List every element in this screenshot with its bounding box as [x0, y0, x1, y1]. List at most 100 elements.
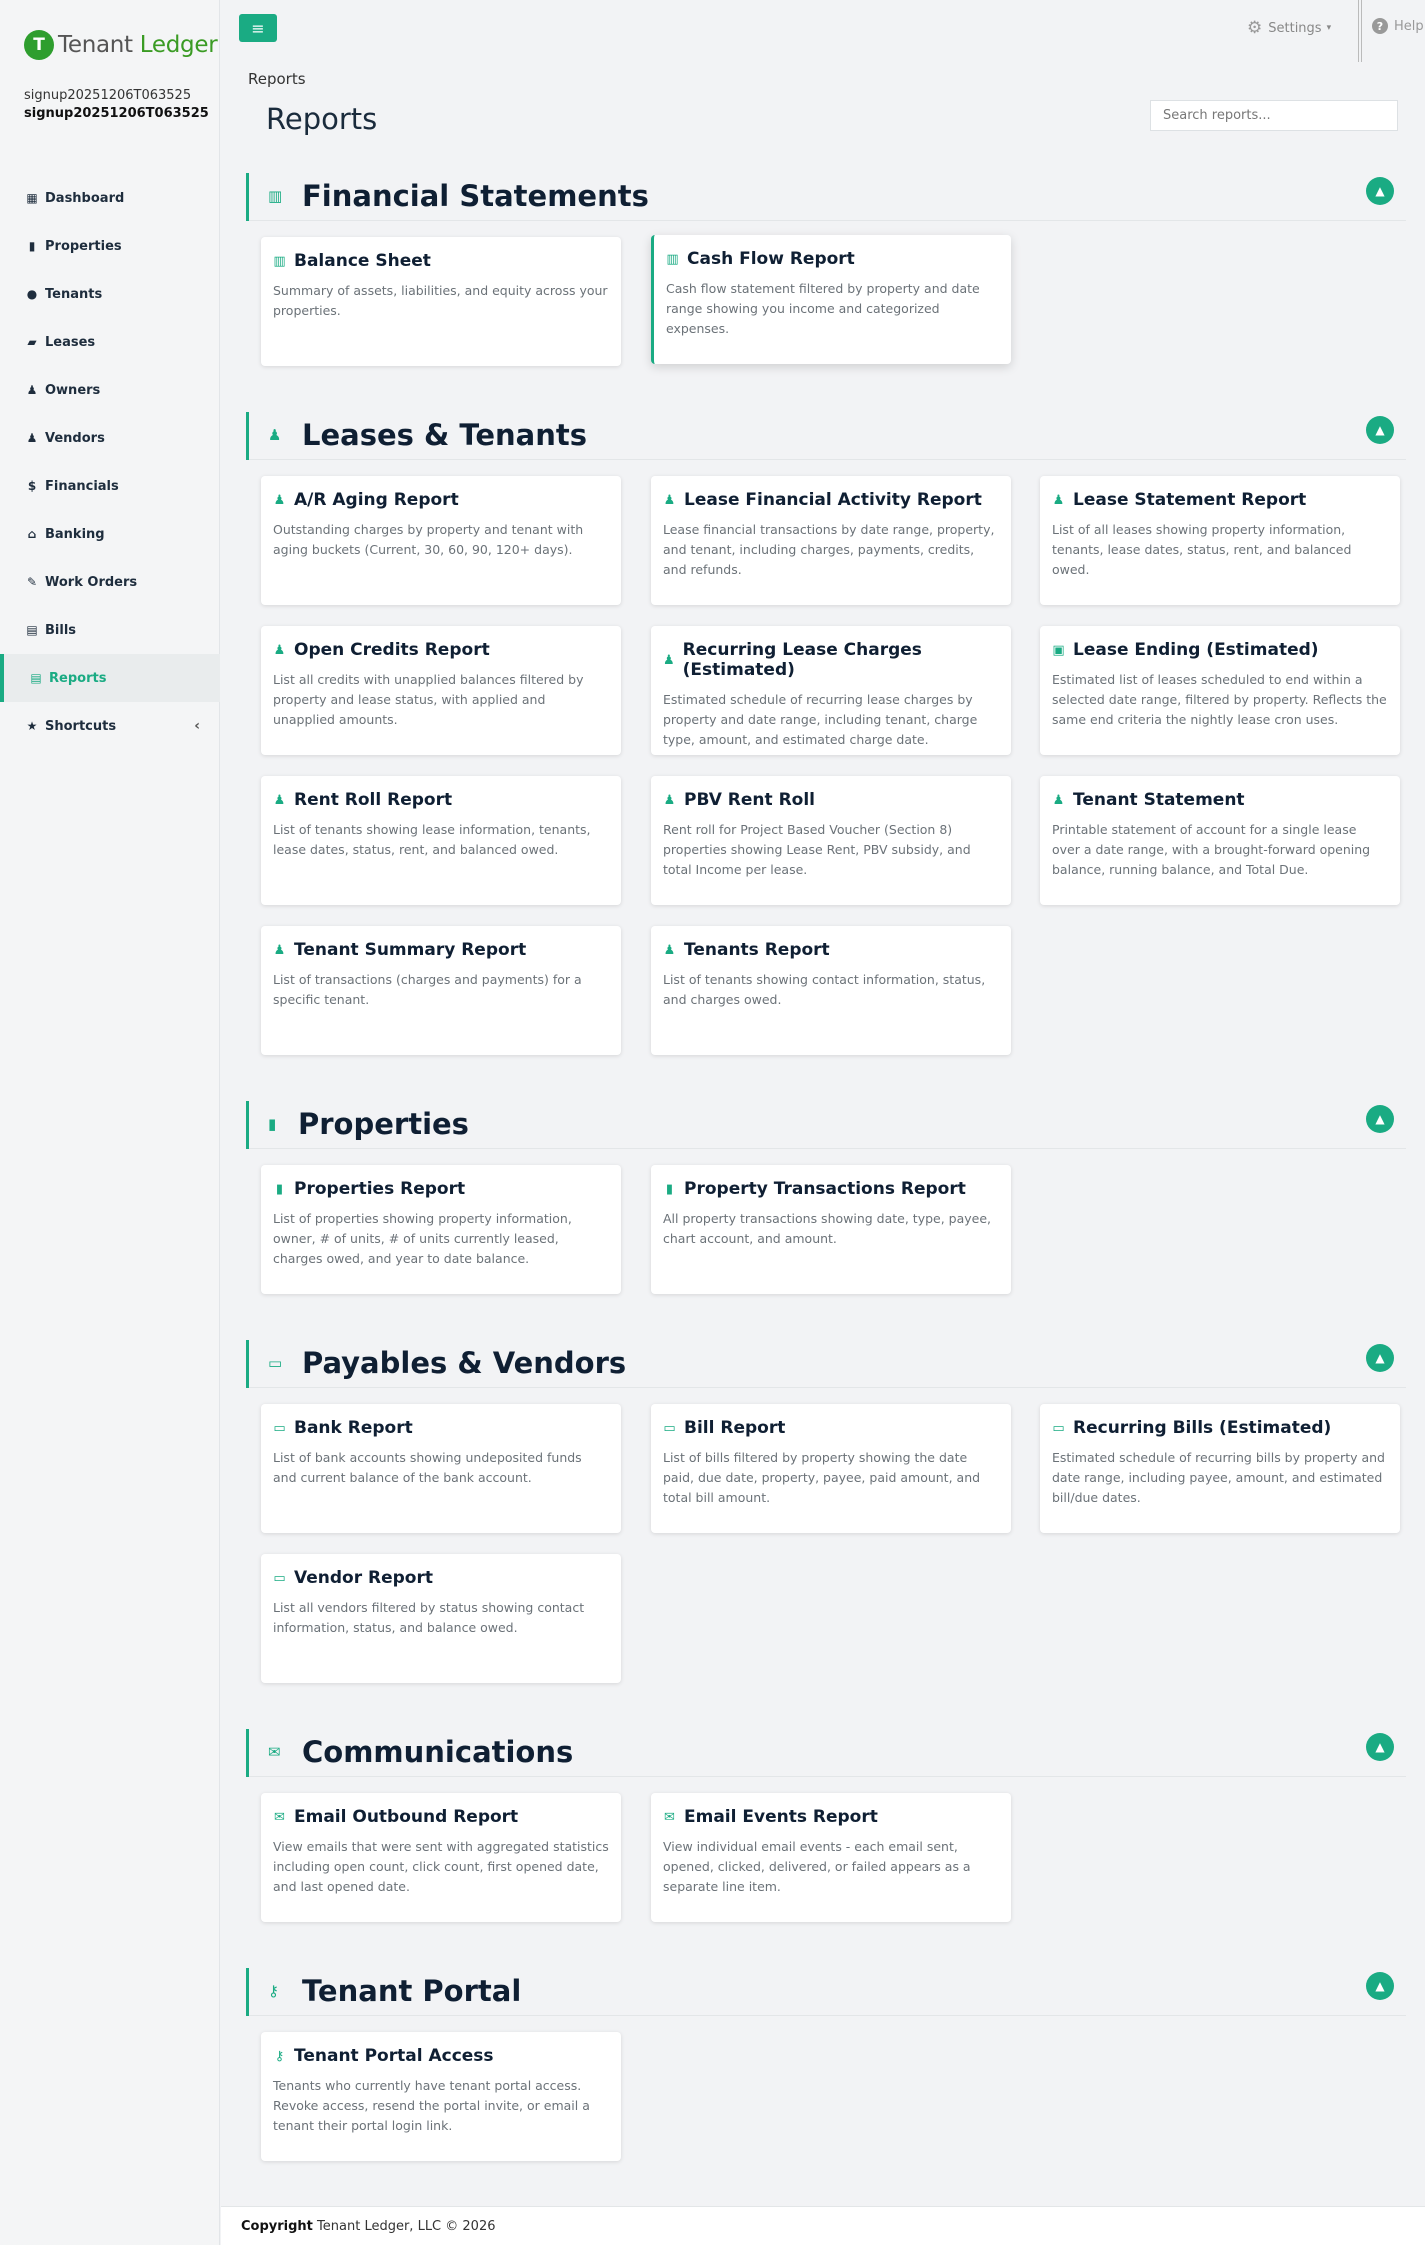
report-card-lease-statement[interactable]: ♟ Lease Statement Report List of all leas… — [1040, 476, 1400, 605]
calendar-icon: ▣ — [1052, 642, 1065, 658]
credit-card-icon: ▭ — [663, 1420, 676, 1436]
card-title: Bank Report — [294, 1418, 413, 1438]
collapse-section-button[interactable]: ▲ — [1366, 177, 1394, 205]
report-card-recurring-bills[interactable]: ▭ Recurring Bills (Estimated) Estimated s… — [1040, 1404, 1400, 1533]
sidebar-item-label: Dashboard — [45, 190, 125, 206]
report-card-email-events[interactable]: ✉ Email Events Report View individual ema… — [651, 1793, 1011, 1922]
chevron-up-icon: ▲ — [1375, 1112, 1385, 1126]
folder-icon: ▰ — [27, 335, 37, 349]
report-card-property-transactions[interactable]: ▮ Property Transactions Report All proper… — [651, 1165, 1011, 1294]
sidebar-item-shortcuts[interactable]: ★ Shortcuts ‹ — [0, 702, 220, 750]
collapse-section-button[interactable]: ▲ — [1366, 1344, 1394, 1372]
users-icon: ♟ — [273, 792, 286, 808]
building-icon: ▮ — [665, 1181, 674, 1197]
collapse-section-button[interactable]: ▲ — [1366, 1972, 1394, 2000]
logo-icon: T — [24, 30, 54, 60]
report-card-bill[interactable]: ▭ Bill Report List of bills filtered by p… — [651, 1404, 1011, 1533]
report-card-recurring-lease-charges[interactable]: ♟ Recurring Lease Charges (Estimated) Est… — [651, 626, 1011, 755]
report-card-vendor[interactable]: ▭ Vendor Report List all vendors filtered… — [261, 1554, 621, 1683]
sidebar-item-label: Tenants — [45, 286, 103, 302]
sidebar-item-leases[interactable]: ▰ Leases — [0, 318, 220, 366]
page-title: Reports — [266, 102, 378, 136]
card-description: List all vendors filtered by status show… — [273, 1600, 585, 1635]
report-card-ar-aging[interactable]: ♟ A/R Aging Report Outstanding charges by… — [261, 476, 621, 605]
card-description: List of transactions (charges and paymen… — [273, 972, 582, 1007]
sidebar-item-dashboard[interactable]: ▦ Dashboard — [0, 174, 220, 222]
logo-text-right: Ledger — [139, 32, 218, 58]
file-icon: ▤ — [26, 623, 38, 637]
sidebar-item-work-orders[interactable]: ✎ Work Orders — [0, 558, 220, 606]
chevron-up-icon: ▲ — [1375, 1351, 1385, 1365]
card-description: List of tenants showing lease informatio… — [273, 822, 591, 857]
card-title: Tenant Summary Report — [294, 940, 527, 960]
card-title: PBV Rent Roll — [684, 790, 815, 810]
section-header-financial-statements[interactable]: ▥ Financial Statements ▲ — [246, 173, 1406, 221]
report-card-pbv-rent-roll[interactable]: ♟ PBV Rent Roll Rent roll for Project Bas… — [651, 776, 1011, 905]
sidebar-item-vendors[interactable]: ♟ Vendors — [0, 414, 220, 462]
card-title: Recurring Lease Charges (Estimated) — [682, 640, 922, 680]
report-card-tenants[interactable]: ♟ Tenants Report List of tenants showing … — [651, 926, 1011, 1055]
sidebar-item-owners[interactable]: ♟ Owners — [0, 366, 220, 414]
caret-down-icon: ▾ — [1326, 23, 1332, 33]
sidebar-item-financials[interactable]: $ Financials — [0, 462, 220, 510]
bank-icon: ⌂ — [27, 527, 37, 541]
sidebar-item-label: Reports — [49, 670, 107, 686]
sidebar-item-bills[interactable]: ▤ Bills — [0, 606, 220, 654]
logo[interactable]: T Tenant Ledger — [24, 30, 218, 60]
sidebar-item-tenants[interactable]: ● Tenants — [0, 270, 220, 318]
menu-toggle-button[interactable]: ≡ — [239, 14, 277, 42]
report-card-balance-sheet[interactable]: ▥ Balance Sheet Summary of assets, liabil… — [261, 237, 621, 366]
report-card-tenant-statement[interactable]: ♟ Tenant Statement Printable statement of… — [1040, 776, 1400, 905]
footer: Copyright Tenant Ledger, LLC © 2026 — [221, 2206, 1425, 2245]
card-title: Properties Report — [294, 1179, 466, 1199]
card-description: Estimated list of leases scheduled to en… — [1052, 672, 1387, 727]
chevron-left-icon: ‹ — [194, 718, 200, 734]
card-description: All property transactions showing date, … — [663, 1211, 992, 1246]
report-card-tenant-portal-access[interactable]: ⚷ Tenant Portal Access Tenants who curren… — [261, 2032, 621, 2161]
sidebar-item-reports[interactable]: ▤ Reports — [0, 654, 220, 702]
card-title: Lease Statement Report — [1073, 490, 1307, 510]
report-card-lease-ending[interactable]: ▣ Lease Ending (Estimated) Estimated list… — [1040, 626, 1400, 755]
search-input[interactable] — [1150, 100, 1398, 131]
building-icon: ▮ — [268, 1115, 277, 1133]
card-description: Lease financial transactions by date ran… — [663, 522, 995, 577]
card-title: Recurring Bills (Estimated) — [1073, 1418, 1332, 1438]
sidebar-nav: ▦ Dashboard ▮ Properties ● Tenants ▰ Leases … — [0, 174, 220, 750]
breadcrumb: Reports — [248, 70, 306, 88]
card-description: Tenants who currently have tenant portal… — [273, 2078, 590, 2133]
building-icon: ▮ — [28, 239, 36, 253]
key-icon: ⚷ — [268, 1982, 279, 2000]
bar-chart-icon: ▥ — [666, 251, 679, 267]
report-card-tenant-summary[interactable]: ♟ Tenant Summary Report List of transacti… — [261, 926, 621, 1055]
users-icon: ♟ — [26, 431, 38, 445]
sidebar-item-banking[interactable]: ⌂ Banking — [0, 510, 220, 558]
collapse-section-button[interactable]: ▲ — [1366, 416, 1394, 444]
help-link[interactable]: ? Help — [1372, 18, 1424, 34]
dollar-icon: $ — [27, 479, 37, 493]
report-card-email-outbound[interactable]: ✉ Email Outbound Report View emails that … — [261, 1793, 621, 1922]
report-card-properties[interactable]: ▮ Properties Report List of properties sh… — [261, 1165, 621, 1294]
chevron-up-icon: ▲ — [1375, 184, 1385, 198]
report-card-bank[interactable]: ▭ Bank Report List of bank accounts showi… — [261, 1404, 621, 1533]
sidebar-item-label: Bills — [45, 622, 77, 638]
section-title: Tenant Portal — [302, 1974, 522, 2008]
card-description: List all credits with unapplied balances… — [273, 672, 584, 727]
section-header-payables-vendors[interactable]: ▭ Payables & Vendors ▲ — [246, 1340, 1406, 1388]
collapse-section-button[interactable]: ▲ — [1366, 1105, 1394, 1133]
report-card-cash-flow[interactable]: ▥ Cash Flow Report Cash flow statement fi… — [651, 235, 1011, 364]
card-title: Tenant Statement — [1073, 790, 1245, 810]
collapse-section-button[interactable]: ▲ — [1366, 1733, 1394, 1761]
settings-dropdown[interactable]: ⚙ Settings ▾ — [1247, 18, 1331, 38]
section-header-tenant-portal[interactable]: ⚷ Tenant Portal ▲ — [246, 1968, 1406, 2016]
section-header-leases-tenants[interactable]: ♟ Leases & Tenants ▲ — [246, 412, 1406, 460]
sidebar-item-properties[interactable]: ▮ Properties — [0, 222, 220, 270]
user-company: signup20251206T063525 — [24, 106, 209, 121]
section-header-communications[interactable]: ✉ Communications ▲ — [246, 1729, 1406, 1777]
report-card-lease-financial-activity[interactable]: ♟ Lease Financial Activity Report Lease f… — [651, 476, 1011, 605]
envelope-icon: ✉ — [664, 1809, 675, 1825]
users-icon: ♟ — [273, 642, 286, 658]
section-header-properties[interactable]: ▮ Properties ▲ — [246, 1101, 1406, 1149]
sidebar-item-label: Leases — [45, 334, 96, 350]
report-card-rent-roll[interactable]: ♟ Rent Roll Report List of tenants showin… — [261, 776, 621, 905]
report-card-open-credits[interactable]: ♟ Open Credits Report List all credits wi… — [261, 626, 621, 755]
